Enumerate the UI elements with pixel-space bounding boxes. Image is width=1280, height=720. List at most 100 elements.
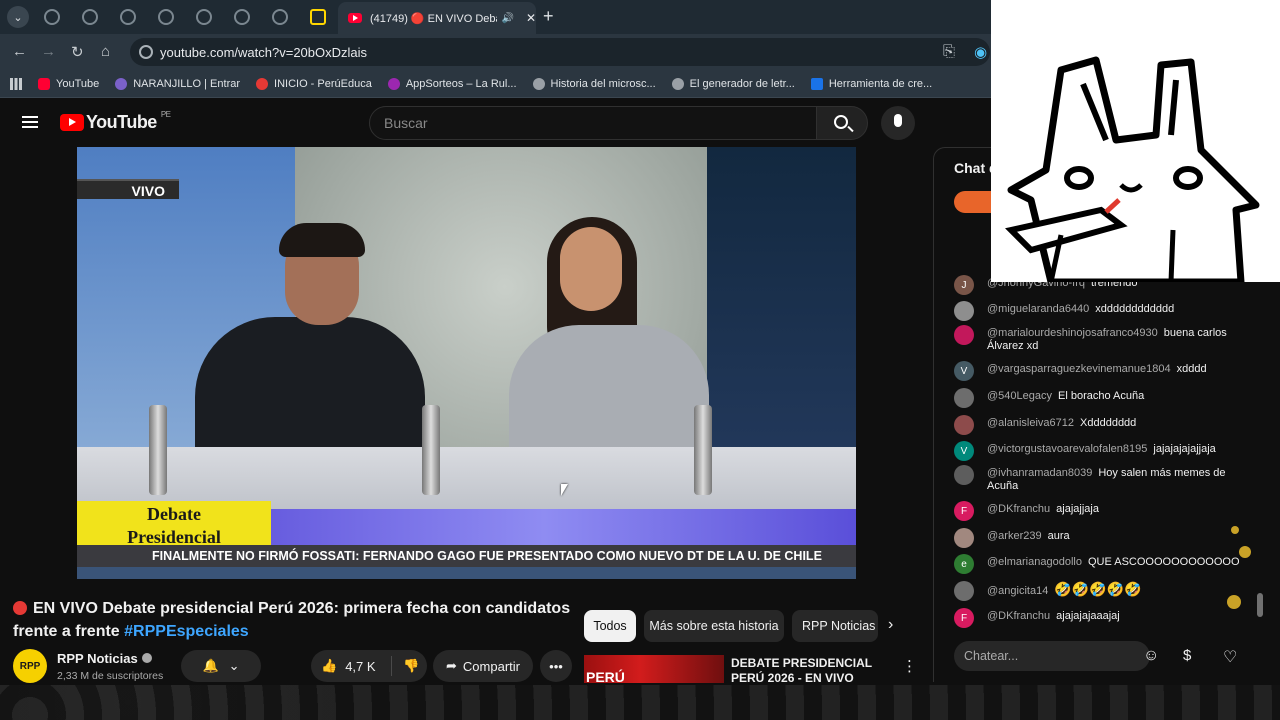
bookmark-item[interactable]: INICIO - PerúEduca [256,77,372,90]
cat-drawing-icon [1005,56,1260,286]
chat-username[interactable]: @miguelaranda6440 [987,303,1089,315]
notifications-button[interactable]: 🔔 ⌄ [181,650,261,682]
tab-favicon[interactable] [196,9,212,25]
chat-username[interactable]: @DKfranchu [987,610,1050,622]
chat-username[interactable]: @vargasparraguezkevinemanue1804 [987,363,1171,375]
super-chat-icon[interactable]: $ [1183,647,1203,667]
tab-favicon[interactable] [158,9,174,25]
video-player[interactable]: VIVO Debate Presidencial FINALMENTE NO F… [77,147,856,579]
avatar [954,415,974,435]
floating-emoji-icon [1227,595,1241,609]
chat-username[interactable]: @marialourdeshinojosafranco4930 [987,327,1158,339]
chip-more-story[interactable]: Más sobre esta historia [644,610,784,642]
chat-body: QUE ASCOOOOOOOOOOOO [1087,556,1240,568]
active-tab[interactable]: (41749) 🔴 EN VIVO Debate 🔊 ✕ [338,2,536,34]
menu-icon[interactable] [22,116,38,128]
bookmark-favicon-icon [387,77,400,90]
forward-arrow-icon[interactable]: → [41,43,56,60]
more-actions-button[interactable]: ••• [540,650,572,682]
chat-body: xdddd [1176,363,1207,375]
chat-body: Xdddddddd [1080,417,1137,429]
chat-username[interactable]: @DKfranchu [987,503,1050,515]
bookmark-item[interactable]: Historia del microsc... [532,77,656,90]
chat-body: aura [1047,530,1070,542]
url-bar[interactable]: youtube.com/watch?v=20bOxDzlais [130,38,990,66]
dislike-button[interactable]: 👎 [403,658,419,674]
channel-name-text: RPP Noticias [57,651,138,666]
chat-message-text: @arker239 aura [987,530,1255,543]
recommended-title[interactable]: DEBATE PRESIDENCIAL PERÚ 2026 - EN VIVO [731,656,901,683]
install-app-icon[interactable]: ⎘ [943,43,955,60]
emoji-picker-icon[interactable]: ☺ [1143,647,1163,667]
chat-input[interactable]: Chatear... [954,641,1150,671]
new-tab-button[interactable]: + [543,6,554,27]
chip-channel[interactable]: RPP Noticias [792,610,878,642]
avatar [954,388,974,408]
chat-message-text: @marialourdeshinojosafranco4930 buena car… [987,327,1255,353]
back-arrow-icon[interactable]: ← [12,43,27,60]
bookmark-item[interactable]: Herramienta de cre... [810,77,932,90]
channel-avatar[interactable]: RPP [13,649,47,683]
search-button[interactable] [816,106,868,140]
bookmark-label: AppSorteos – La Rul... [405,77,517,90]
chat-message-text: @elmarianagodollo QUE ASCOOOOOOOOOOOO [987,556,1255,569]
tab-favicon[interactable] [82,9,98,25]
home-icon[interactable]: ⌂ [101,43,110,60]
bookmark-item[interactable]: El generador de letr... [671,77,795,90]
tab-favicon[interactable] [272,9,288,25]
site-info-icon[interactable] [139,45,153,59]
chat-message-text: @DKfranchu ajajajjaja [987,503,1255,516]
recommended-thumbnail[interactable]: PERÚ [584,655,724,683]
channel-name[interactable]: RPP Noticias [57,651,152,666]
chat-username[interactable]: @alanisleiva6712 [987,417,1074,429]
heart-icon[interactable]: ♡ [1223,647,1243,667]
mic-stand [422,405,440,495]
chat-username[interactable]: @ivhanramadan8039 [987,467,1092,479]
program-lower-third: Debate Presidencial [77,501,271,547]
more-vertical-icon[interactable]: ⋮ [902,657,917,675]
tab-favicon[interactable] [234,9,250,25]
bookmark-item[interactable]: AppSorteos – La Rul... [387,77,517,90]
chat-input-placeholder: Chatear... [964,649,1019,663]
thumb-down-icon: 👎 [403,658,420,673]
chat-message-text: @DKfranchu ajajajajaaajaj [987,610,1255,623]
chevron-down-icon: ⌄ [228,658,240,673]
share-button[interactable]: ➦ Compartir [433,650,533,682]
share-label: Compartir [462,658,520,674]
chip-all[interactable]: Todos [584,610,636,642]
chat-message-text: @alanisleiva6712 Xdddddddd [987,417,1255,430]
like-button[interactable]: 👍 4,7 K [321,658,376,674]
avatar [954,325,974,345]
chat-username[interactable]: @elmarianagodollo [987,556,1082,568]
chat-scrollbar[interactable] [1257,593,1263,617]
tab-search-button[interactable]: ⌄ [7,6,29,28]
tab-favicon[interactable] [120,9,136,25]
sticker-overlay [991,0,1280,286]
tab-close-icon[interactable]: ✕ [526,11,536,25]
tab-favicon[interactable] [44,9,60,25]
bell-icon: 🔔 [202,658,219,673]
chat-username[interactable]: @arker239 [987,530,1042,542]
tab-favicon[interactable] [310,9,326,25]
bookmark-item[interactable]: YouTube [38,77,99,90]
chat-username[interactable]: @angicita14 [987,585,1048,597]
lens-icon[interactable]: ◉ [974,43,987,61]
avatar: V [954,441,974,461]
hashtag-link[interactable]: #RPPEspeciales [124,623,249,640]
chat-username[interactable]: @victorgustavoarevalofalen8195 [987,443,1147,455]
chat-message-text: @ivhanramadan8039 Hoy salen más memes de … [987,467,1255,493]
youtube-logo[interactable]: YouTube PE [60,110,171,133]
recommended-video[interactable]: PERÚ DEBATE PRESIDENCIAL PERÚ 2026 - EN … [584,655,929,683]
chat-message-text: @angicita14 🤣🤣🤣🤣🤣 [987,582,1255,598]
apps-grid-icon[interactable] [10,77,22,90]
chat-body: xdddddddddddd [1095,303,1175,315]
lower-third-line1: Debate [147,504,201,524]
chat-username[interactable]: @540Legacy [987,390,1052,402]
voice-search-icon[interactable] [881,106,915,140]
verified-icon [141,653,152,663]
bookmark-item[interactable]: NARANJILLO | Entrar [115,77,240,90]
reload-icon[interactable]: ↻ [71,43,84,61]
chevron-right-icon[interactable]: › [888,616,893,634]
search-input[interactable]: Buscar [369,106,817,140]
tab-audio-icon[interactable]: 🔊 [501,13,513,24]
